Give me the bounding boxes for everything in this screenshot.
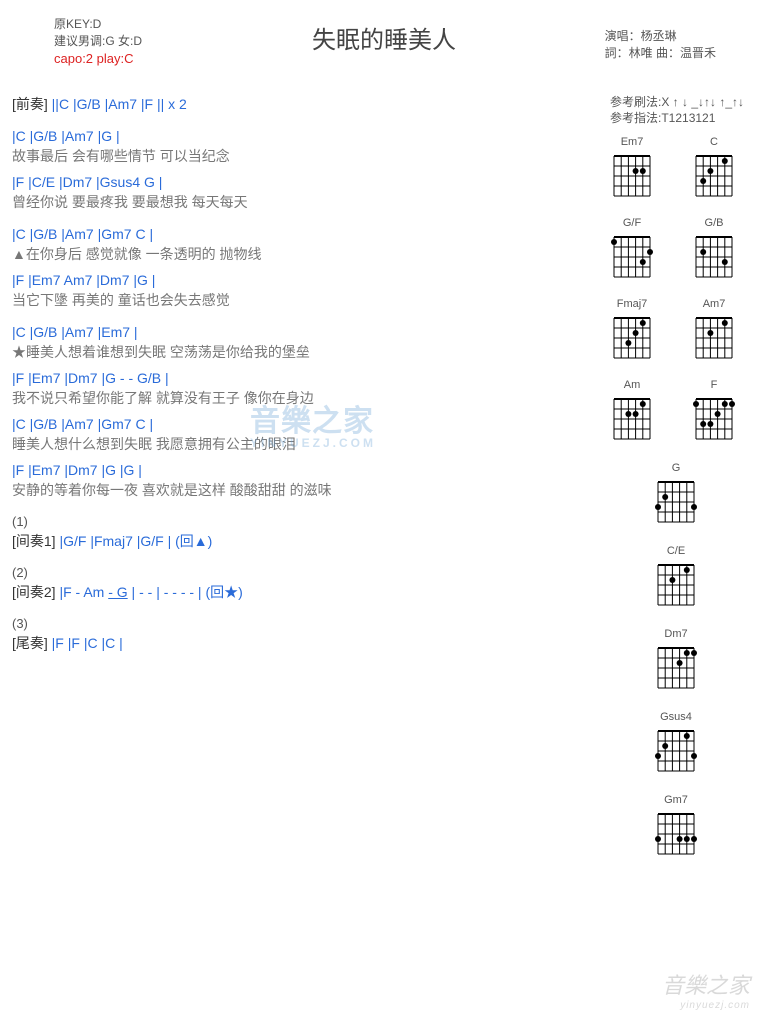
chorus-block: |C |G/B |Am7 |Em7 | ★睡美人想着谁想到失眠 空荡荡是你给我的… <box>12 324 590 500</box>
v1-lyrics-1: 故事最后 会有哪些情节 可以当纪念 <box>12 146 590 166</box>
chord-diagram-Am7: Am7 <box>688 298 740 367</box>
chord-diagram-column: 参考刷法:X ↑ ↓ _↓↑↓ ↑_↑↓ 参考指法:T1213121 Em7 C G… <box>596 94 756 863</box>
chord-diagram-G: G <box>650 462 702 531</box>
writer-line: 詞：林唯 曲：温晋禾 <box>605 45 716 62</box>
chord-diagram-svg <box>692 231 736 283</box>
v2-lyrics-2: 当它下墬 再美的 童话也会失去感觉 <box>12 290 590 310</box>
main: [前奏] ||C |G/B |Am7 |F || x 2 |C |G/B |Am… <box>12 94 756 863</box>
ch-lyrics-1: ★睡美人想着谁想到失眠 空荡荡是你给我的堡垒 <box>12 342 590 362</box>
chord-label: G/F <box>606 217 658 229</box>
chord-label: G/B <box>688 217 740 229</box>
chord-label: Am <box>606 379 658 391</box>
chord-label: Fmaj7 <box>606 298 658 310</box>
int2-chords2: | - - | - - - - | (回★) <box>128 584 243 600</box>
chord-diagram-svg <box>610 231 654 283</box>
v2-chords-1: |C |G/B |Am7 |Gm7 C | <box>12 226 590 242</box>
chord-diagram-svg <box>692 393 736 445</box>
chord-diagram-C: C <box>688 136 740 205</box>
credits: 演唱：杨丞琳 詞：林唯 曲：温晋禾 <box>605 28 716 62</box>
chord-label: C <box>688 136 740 148</box>
header: 原KEY:D 建议男调:G 女:D capo:2 play:C 失眠的睡美人 演… <box>12 16 756 86</box>
chord-label: F <box>688 379 740 391</box>
chord-diagram-Dm7: Dm7 <box>650 628 702 697</box>
chord-label: Gm7 <box>650 794 702 806</box>
chord-diagram-svg <box>654 808 698 860</box>
v1-chords-1: |C |G/B |Am7 |G | <box>12 128 590 144</box>
verse2-block: |C |G/B |Am7 |Gm7 C | ▲在你身后 感觉就像 一条透明的 抛… <box>12 226 590 310</box>
chord-diagram-svg <box>654 559 698 611</box>
chord-single-column: G C/E Dm7 Gsus4 Gm7 <box>596 462 756 863</box>
chord-grid: Em7 C G/F G/B Fmaj7 Am7 Am F <box>596 136 756 448</box>
ch-lyrics-2: 我不说只希望你能了解 就算没有王子 像你在身边 <box>12 388 590 408</box>
chord-diagram-svg <box>610 150 654 202</box>
chord-label: Em7 <box>606 136 658 148</box>
chord-diagram-svg <box>692 312 736 364</box>
chord-label: C/E <box>650 545 702 557</box>
chord-diagram-svg <box>610 312 654 364</box>
chord-diagram-Gm7: Gm7 <box>650 794 702 863</box>
int1-num: (1) <box>12 514 590 529</box>
chord-diagram-F: F <box>688 379 740 448</box>
interlude2-block: (2) [间奏2] |F - Am - G | - - | - - - - | … <box>12 565 590 602</box>
chord-diagram-Am: Am <box>606 379 658 448</box>
int1-chords: |G/F |Fmaj7 |G/F | (回▲) <box>59 533 212 549</box>
ch-chords-1: |C |G/B |Am7 |Em7 | <box>12 324 590 340</box>
outro-block: (3) [尾奏] |F |F |C |C | <box>12 616 590 653</box>
ch-lyrics-4: 安静的等着你每一夜 喜欢就是这样 酸酸甜甜 的滋味 <box>12 480 590 500</box>
footer-watermark: 音樂之家 yinyuezj.com <box>662 968 750 1011</box>
intro-block: [前奏] ||C |G/B |Am7 |F || x 2 <box>12 94 590 114</box>
chord-label: Gsus4 <box>650 711 702 723</box>
chord-diagram-C/E: C/E <box>650 545 702 614</box>
chord-diagram-Em7: Em7 <box>606 136 658 205</box>
chord-diagram-Gsus4: Gsus4 <box>650 711 702 780</box>
int2-num: (2) <box>12 565 590 580</box>
chord-diagram-Fmaj7: Fmaj7 <box>606 298 658 367</box>
singer-line: 演唱：杨丞琳 <box>605 28 716 45</box>
chord-label: G <box>650 462 702 474</box>
outro-num: (3) <box>12 616 590 631</box>
v2-lyrics-1: ▲在你身后 感觉就像 一条透明的 抛物线 <box>12 244 590 264</box>
outro-label: [尾奏] <box>12 635 48 651</box>
chord-label: Dm7 <box>650 628 702 640</box>
int2-chords-u: - G <box>108 584 127 600</box>
int2-label: [间奏2] <box>12 584 56 600</box>
chord-diagram-svg <box>654 476 698 528</box>
int1-label: [间奏1] <box>12 533 56 549</box>
v1-chords-2: |F |C/E |Dm7 |Gsus4 G | <box>12 174 590 190</box>
chord-sheet: [前奏] ||C |G/B |Am7 |F || x 2 |C |G/B |Am… <box>12 94 596 863</box>
v1-lyrics-2: 曾经你说 要最疼我 要最想我 每天每天 <box>12 192 590 212</box>
chord-diagram-svg <box>610 393 654 445</box>
verse1-block: |C |G/B |Am7 |G | 故事最后 会有哪些情节 可以当纪念 |F |… <box>12 128 590 212</box>
interlude1-block: (1) [间奏1] |G/F |Fmaj7 |G/F | (回▲) <box>12 514 590 551</box>
intro-chords: ||C |G/B |Am7 |F || x 2 <box>52 96 187 112</box>
intro-label: [前奏] <box>12 96 48 112</box>
chord-diagram-svg <box>654 642 698 694</box>
v2-chords-2: |F |Em7 Am7 |Dm7 |G | <box>12 272 590 288</box>
outro-chords: |F |F |C |C | <box>52 635 123 651</box>
ch-chords-4: |F |Em7 |Dm7 |G |G | <box>12 462 590 478</box>
chord-diagram-G/B: G/B <box>688 217 740 286</box>
int2-chords: |F - Am <box>59 584 108 600</box>
chord-label: Am7 <box>688 298 740 310</box>
ch-lyrics-3: 睡美人想什么想到失眠 我愿意拥有公主的眼泪 <box>12 434 590 454</box>
ch-chords-3: |C |G/B |Am7 |Gm7 C | <box>12 416 590 432</box>
ch-chords-2: |F |Em7 |Dm7 |G - - G/B | <box>12 370 590 386</box>
chord-diagram-G/F: G/F <box>606 217 658 286</box>
chord-diagram-svg <box>654 725 698 777</box>
reference-patterns: 参考刷法:X ↑ ↓ _↓↑↓ ↑_↑↓ 参考指法:T1213121 <box>596 94 756 126</box>
chord-diagram-svg <box>692 150 736 202</box>
